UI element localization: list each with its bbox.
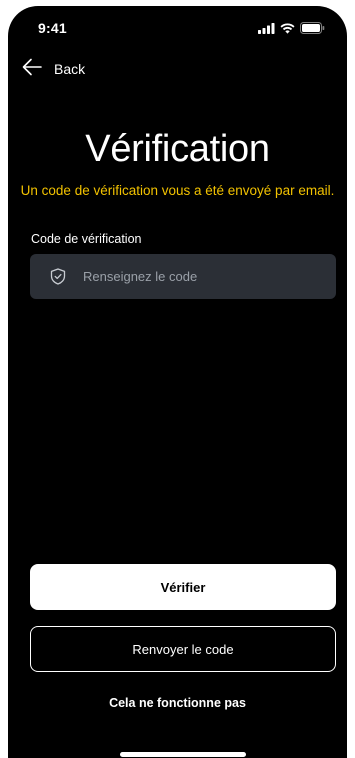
signal-icon bbox=[258, 21, 275, 39]
back-label: Back bbox=[54, 61, 86, 77]
code-field-label: Code de vérification bbox=[31, 232, 142, 246]
status-bar: 9:41 bbox=[8, 6, 347, 50]
resend-code-button[interactable]: Renvoyer le code bbox=[30, 626, 336, 672]
shield-check-icon bbox=[49, 268, 67, 286]
status-icons bbox=[258, 21, 325, 39]
back-button[interactable]: Back bbox=[22, 58, 85, 81]
not-working-link[interactable]: Cela ne fonctionne pas bbox=[8, 696, 347, 710]
wifi-icon bbox=[280, 21, 295, 39]
verify-button[interactable]: Vérifier bbox=[30, 564, 336, 610]
status-time: 9:41 bbox=[38, 20, 67, 36]
page-subtitle: Un code de vérification vous a été envoy… bbox=[20, 183, 335, 198]
battery-icon bbox=[300, 21, 325, 39]
phone-screen: 9:41 Back Vérification Un code de vérifi… bbox=[8, 6, 347, 758]
code-field[interactable] bbox=[30, 254, 336, 299]
code-input[interactable] bbox=[81, 255, 336, 298]
page-title: Vérification bbox=[85, 128, 270, 170]
arrow-left-icon bbox=[22, 58, 42, 81]
navigation-bar: Back bbox=[8, 54, 208, 84]
home-indicator bbox=[120, 752, 246, 757]
